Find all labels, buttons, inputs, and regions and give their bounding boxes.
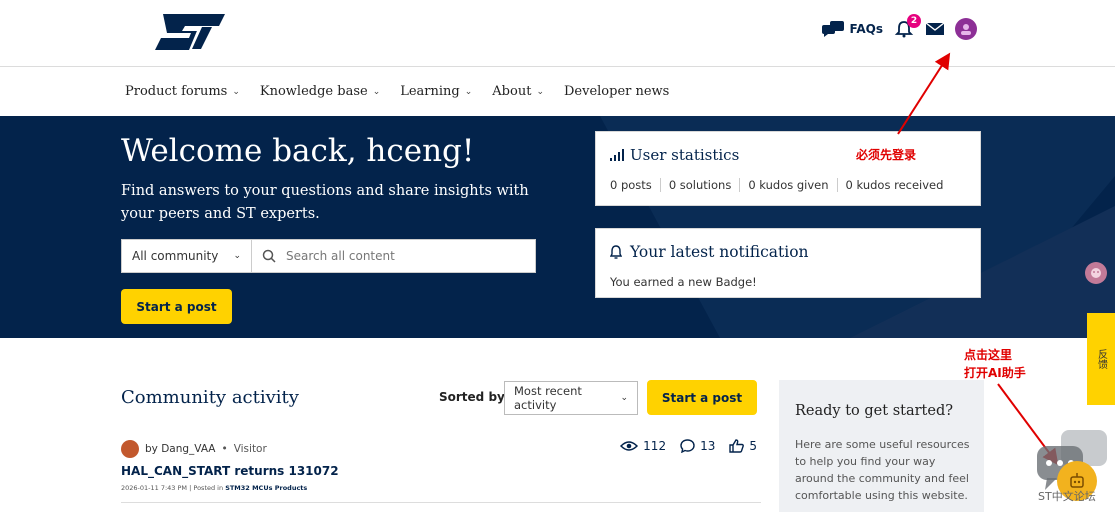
side-floating-icon[interactable] xyxy=(1085,262,1107,284)
replies-count: 13 xyxy=(700,439,716,453)
sorted-by-label: Sorted by: xyxy=(439,390,510,404)
chevron-down-icon: ⌄ xyxy=(464,86,473,97)
chevron-down-icon: ⌄ xyxy=(620,393,628,403)
nav-item-product-forums[interactable]: Product forums ⌄ xyxy=(125,84,240,99)
notifications-button[interactable]: 2 xyxy=(893,14,921,40)
start-post-button[interactable]: Start a post xyxy=(121,289,232,324)
ready-panel: Ready to get started? Here are some usef… xyxy=(779,380,984,512)
page: FAQs 2 Product forums ⌄ Knowledge base ⌄… xyxy=(0,0,1115,512)
views-count: 112 xyxy=(643,439,667,453)
posted-in-label: Posted in xyxy=(193,484,224,492)
post-board[interactable]: STM32 MCUs Products xyxy=(225,484,307,492)
login-annotation: 必须先登录 xyxy=(856,148,917,162)
post-date: 2026-01-11 7:43 PM xyxy=(121,484,188,492)
top-bar: FAQs 2 xyxy=(0,0,1115,67)
post-stats: 112 13 5 xyxy=(620,439,757,453)
sticker-icon xyxy=(1091,268,1101,278)
sort-value: Most recent activity xyxy=(514,384,582,412)
latest-notification-title: Your latest notification xyxy=(610,243,809,261)
eye-icon xyxy=(620,441,639,451)
nav-label: Product forums xyxy=(125,84,228,99)
nav-item-about[interactable]: About ⌄ xyxy=(492,84,544,99)
search-icon xyxy=(262,249,276,263)
faq-chat-icon xyxy=(821,21,844,37)
chevron-down-icon: ⌄ xyxy=(233,251,241,261)
ready-text: Here are some useful resources to help y… xyxy=(795,438,970,502)
main-nav: Product forums ⌄ Knowledge base ⌄ Learni… xyxy=(125,84,669,99)
thumbs-up-icon xyxy=(729,439,745,453)
notification-badge: 2 xyxy=(907,14,921,28)
nav-item-learning[interactable]: Learning ⌄ xyxy=(400,84,472,99)
kudos-stat: 5 xyxy=(729,439,757,453)
post-author[interactable]: by Dang_VAA xyxy=(145,443,215,455)
nav-label: Knowledge base xyxy=(259,84,368,99)
chevron-down-icon: ⌄ xyxy=(232,86,240,97)
bell-icon xyxy=(610,245,622,259)
header-actions: FAQs 2 xyxy=(821,14,977,40)
nav-label: About xyxy=(492,84,532,99)
author-avatar[interactable] xyxy=(121,440,139,458)
nav-label: Learning xyxy=(400,84,460,99)
post-date-line: 2026-01-11 7:43 PM | Posted in STM32 MCU… xyxy=(121,484,308,492)
mail-icon[interactable] xyxy=(925,22,945,36)
views-stat: 112 xyxy=(620,439,666,453)
sort-select[interactable]: Most recent activity ⌄ xyxy=(504,381,638,415)
start-post-button-secondary[interactable]: Start a post xyxy=(647,380,757,415)
search-scope-value: All community xyxy=(132,249,219,263)
faqs-label: FAQs xyxy=(849,22,883,36)
stat-posts[interactable]: 0 posts xyxy=(610,178,660,192)
hero-subtitle: Find answers to your questions and share… xyxy=(121,183,529,222)
nav-item-knowledge-base[interactable]: Knowledge base ⌄ xyxy=(260,84,380,99)
avatar-icon xyxy=(961,24,971,35)
user-statistics-values: 0 posts 0 solutions 0 kudos given 0 kudo… xyxy=(610,178,951,192)
ai-annotation-line1: 点击这里 xyxy=(964,348,1013,362)
community-activity-title: Community activity xyxy=(121,387,299,408)
post-title[interactable]: HAL_CAN_START returns 131072 xyxy=(121,464,339,478)
ready-title: Ready to get started? xyxy=(795,403,953,419)
post-meta: by Dang_VAA • Visitor xyxy=(121,440,267,458)
stat-kudos-given[interactable]: 0 kudos given xyxy=(739,178,836,192)
user-statistics-title: User statistics xyxy=(610,146,739,164)
chevron-down-icon: ⌄ xyxy=(372,86,381,97)
list-item: by Dang_VAA • Visitor HAL_CAN_START retu… xyxy=(121,439,761,503)
search-scope-select[interactable]: All community ⌄ xyxy=(122,240,252,272)
latest-notification-label: Your latest notification xyxy=(630,243,809,261)
user-avatar[interactable] xyxy=(955,18,977,40)
stat-solutions[interactable]: 0 solutions xyxy=(659,178,740,192)
welcome-heading: Welcome back, hceng! xyxy=(121,133,475,169)
replies-stat: 13 xyxy=(680,439,715,453)
faqs-link[interactable]: FAQs xyxy=(821,21,883,37)
signal-bars-icon xyxy=(610,149,624,161)
st-logo[interactable] xyxy=(155,14,225,50)
search-field[interactable] xyxy=(252,240,535,272)
ai-annotation: 点击这里 打开AI助手 xyxy=(964,346,1026,382)
comment-icon xyxy=(680,439,695,453)
search-bar: All community ⌄ xyxy=(121,239,536,273)
latest-notification-card: Your latest notification You earned a ne… xyxy=(595,228,981,298)
notification-text[interactable]: You earned a new Badge! xyxy=(610,275,757,289)
feedback-tab[interactable]: 反馈 xyxy=(1087,313,1115,405)
nav-item-developer-news[interactable]: Developer news xyxy=(564,84,669,99)
stat-kudos-received[interactable]: 0 kudos received xyxy=(836,178,952,192)
user-statistics-label: User statistics xyxy=(630,146,740,164)
meta-separator: • xyxy=(221,443,228,455)
kudos-count: 5 xyxy=(749,439,757,453)
post-author-role: Visitor xyxy=(233,443,267,455)
nav-label: Developer news xyxy=(563,84,670,99)
watermark-text: ST中文论坛 xyxy=(1038,490,1096,503)
search-input[interactable] xyxy=(286,249,516,263)
user-statistics-card: User statistics 0 posts 0 solutions 0 ku… xyxy=(595,131,981,206)
chevron-down-icon: ⌄ xyxy=(536,86,544,97)
